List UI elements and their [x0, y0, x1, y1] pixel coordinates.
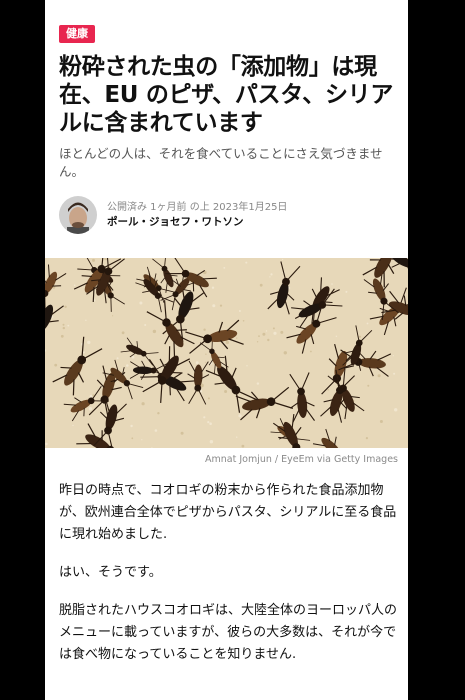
body-paragraph: 昨日の時点で、コオロギの粉末から作られた食品添加物が、欧州連合全体でピザからパス… [59, 483, 397, 542]
publish-date: 公開済み 1ヶ月前 の上 2023年1月25日 [107, 201, 288, 213]
article-headline: 粉砕された虫の「添加物」は現在、EU のピザ、パスタ、シリアルに含まれています [59, 54, 394, 136]
body-paragraph: はい、そうです。 [59, 565, 162, 580]
author-name[interactable]: ポール・ジョセフ・ワトソン [107, 215, 287, 230]
byline: 公開済み 1ヶ月前 の上 2023年1月25日 ポール・ジョセフ・ワトソン [59, 195, 398, 235]
article-header: 健康 粉砕された虫の「添加物」は現在、EU のピザ、パスタ、シリアルに含まれてい… [45, 0, 408, 235]
article-body: 昨日の時点で、コオロギの粉末から作られた食品添加物が、欧州連合全体でピザからパス… [59, 480, 397, 682]
image-credit: Amnat Jomjun / EyeEm via Getty Images [205, 454, 398, 465]
byline-text: 公開済み 1ヶ月前 の上 2023年1月25日 ポール・ジョセフ・ワトソン [107, 201, 287, 230]
article-page: 健康 粉砕された虫の「添加物」は現在、EU のピザ、パスタ、シリアルに含まれてい… [45, 0, 408, 700]
author-avatar[interactable] [59, 196, 97, 234]
hero-image [45, 258, 408, 448]
body-paragraph: 脱脂されたハウスコオロギは、大陸全体のヨーロッパ人のメニューに載っていますが、彼… [59, 603, 398, 662]
article-subtitle: ほとんどの人は、それを食べていることにさえ気づきません。 [59, 146, 383, 179]
category-badge[interactable]: 健康 [59, 25, 95, 43]
